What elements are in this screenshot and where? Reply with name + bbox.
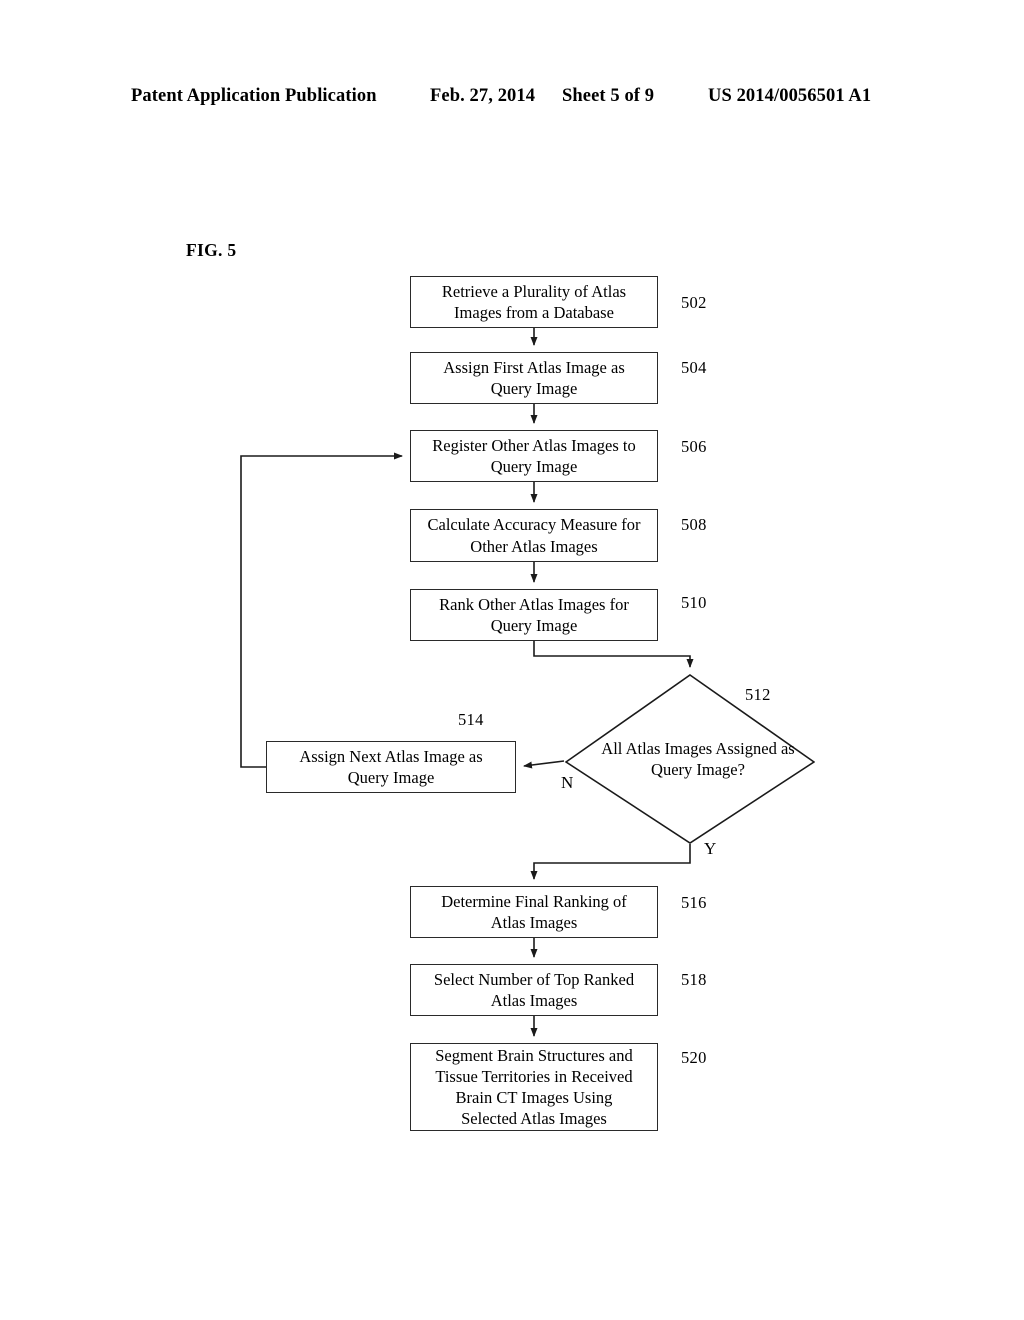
node-514-line1: Assign Next Atlas Image as (299, 746, 483, 766)
connector-512-516-yes (530, 844, 691, 880)
node-510-text: Rank Other Atlas Images for Query Image (439, 594, 629, 636)
flowchart-node-520[interactable]: Segment Brain Structures and Tissue Terr… (410, 1043, 658, 1131)
reference-numeral-510: 510 (681, 593, 707, 612)
node-506-text: Register Other Atlas Images to Query Ima… (432, 435, 635, 477)
node-520-line2: Tissue Territories in Received (435, 1066, 633, 1086)
node-520-line4: Selected Atlas Images (461, 1109, 607, 1129)
node-516-text: Determine Final Ranking of Atlas Images (441, 891, 627, 933)
node-520-line1: Segment Brain Structures and (435, 1045, 633, 1065)
node-508-line1: Calculate Accuracy Measure for (427, 515, 641, 535)
node-516-line2: Atlas Images (490, 913, 578, 932)
reference-numeral-520: 520 (681, 1048, 707, 1067)
node-506-line2: Query Image (490, 457, 578, 476)
node-502-text: Retrieve a Plurality of Atlas Images fro… (442, 281, 626, 323)
node-504-text: Assign First Atlas Image as Query Image (443, 357, 625, 399)
connector-510-512 (533, 641, 694, 668)
node-510-line1: Rank Other Atlas Images for (439, 594, 629, 614)
connector-512-514-no (523, 760, 565, 769)
reference-numeral-516: 516 (681, 893, 707, 912)
connector-514-506-loop (240, 452, 403, 768)
node-510-line2: Query Image (490, 616, 578, 635)
decision-512-text: All Atlas Images Assigned as Query Image… (565, 674, 815, 844)
reference-numeral-518: 518 (681, 970, 707, 989)
reference-numeral-514: 514 (458, 710, 484, 729)
node-512-line3: Assigned as (715, 738, 795, 758)
node-502-line1: Retrieve a Plurality of Atlas (441, 281, 627, 301)
reference-numeral-512: 512 (745, 685, 771, 704)
flowchart-node-502[interactable]: Retrieve a Plurality of Atlas Images fro… (410, 276, 658, 328)
flowchart-node-504[interactable]: Assign First Atlas Image as Query Image (410, 352, 658, 404)
node-520-line3: Brain CT Images Using (455, 1088, 613, 1107)
reference-numeral-506: 506 (681, 437, 707, 456)
reference-numeral-502: 502 (681, 293, 707, 312)
flowchart-node-518[interactable]: Select Number of Top Ranked Atlas Images (410, 964, 658, 1016)
node-518-text: Select Number of Top Ranked Atlas Images (434, 969, 634, 1011)
flowchart-decision-512[interactable]: All Atlas Images Assigned as Query Image… (565, 674, 815, 844)
node-512-line1: All Atlas (601, 738, 661, 758)
reference-numeral-508: 508 (681, 515, 707, 534)
node-514-text: Assign Next Atlas Image as Query Image (299, 746, 482, 788)
flowchart-node-510[interactable]: Rank Other Atlas Images for Query Image (410, 589, 658, 641)
node-520-text: Segment Brain Structures and Tissue Terr… (435, 1045, 633, 1129)
node-518-line2: Atlas Images (490, 991, 578, 1010)
node-502-line2: Images from a Database (454, 303, 614, 322)
flowchart-node-516[interactable]: Determine Final Ranking of Atlas Images (410, 886, 658, 938)
node-518-line1: Select Number of Top Ranked (433, 969, 635, 989)
branch-label-no: N (561, 773, 574, 792)
node-514-line2: Query Image (347, 768, 435, 787)
node-512-line2: Images (664, 738, 713, 758)
node-512-line4: Query Image? (651, 760, 745, 779)
node-508-line2: Other Atlas Images (470, 536, 598, 556)
node-506-line1: Register Other Atlas Images to (432, 435, 636, 455)
node-504-line2: Query Image (490, 379, 578, 398)
flowchart-node-506[interactable]: Register Other Atlas Images to Query Ima… (410, 430, 658, 482)
branch-label-yes: Y (704, 839, 717, 858)
node-508-text: Calculate Accuracy Measure for Other Atl… (427, 514, 640, 556)
node-504-line1: Assign First Atlas Image as (443, 357, 625, 377)
flowchart-node-514[interactable]: Assign Next Atlas Image as Query Image (266, 741, 516, 793)
reference-numeral-504: 504 (681, 358, 707, 377)
node-516-line1: Determine Final Ranking of (441, 891, 627, 911)
flowchart-node-508[interactable]: Calculate Accuracy Measure for Other Atl… (410, 509, 658, 562)
flowchart-diagram: Retrieve a Plurality of Atlas Images fro… (0, 0, 1024, 1320)
